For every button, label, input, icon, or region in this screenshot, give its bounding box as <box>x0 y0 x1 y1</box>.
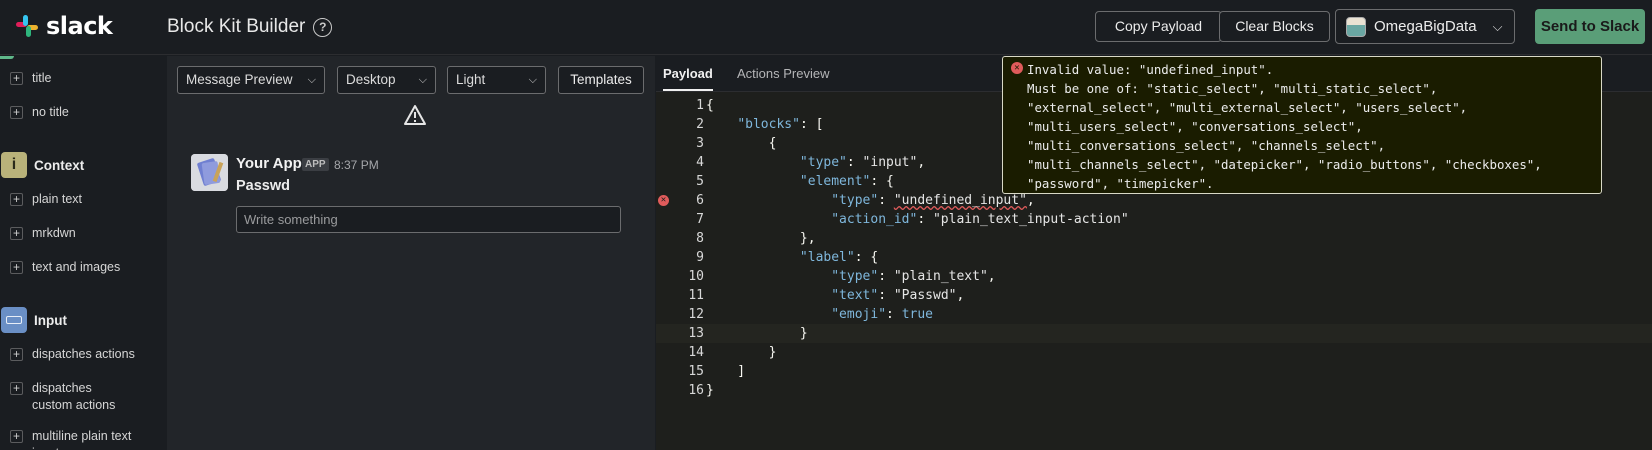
slack-logo[interactable]: slack <box>14 12 113 40</box>
page-title: Block Kit Builder ? <box>167 16 333 38</box>
sidebar-item-label: no title <box>32 105 69 119</box>
plus-icon: + <box>10 382 23 395</box>
tooltip-line: "external_select", "multi_external_selec… <box>1027 100 1468 115</box>
chevron-down-icon: ⌵ <box>418 74 427 86</box>
chevron-down-icon: ⌵ <box>1492 18 1503 34</box>
plus-icon: + <box>10 72 23 85</box>
clear-blocks-button[interactable]: Clear Blocks <box>1219 11 1330 42</box>
code-line: 8 }, <box>696 231 816 246</box>
preview-text-input[interactable]: Write something <box>236 206 621 233</box>
error-icon: ✕ <box>1011 62 1023 74</box>
sidebar-item-label: multiline plain text input <box>32 429 132 450</box>
sidebar-item-no-title[interactable]: + no title <box>10 104 69 121</box>
copy-payload-button[interactable]: Copy Payload <box>1095 11 1222 42</box>
code-line: 7 "action_id": "plain_text_input-action" <box>696 212 1129 227</box>
message-preview-panel: Message Preview ⌵ Desktop ⌵ Light ⌵ Temp… <box>167 56 655 450</box>
tooltip-line: "multi_users_select", "conversations_sel… <box>1027 119 1363 134</box>
error-icon[interactable]: ✕ <box>658 195 669 206</box>
tab-payload[interactable]: Payload <box>663 66 713 91</box>
top-bar: slack Block Kit Builder ? Copy Payload C… <box>0 0 1652 55</box>
code-line: 12 "emoji": true <box>688 307 933 322</box>
tooltip-line: Must be one of: "static_select", "multi_… <box>1027 81 1438 96</box>
message-timestamp[interactable]: 8:37 PM <box>334 158 379 172</box>
tooltip-line: "password", "timepicker". <box>1027 176 1214 191</box>
plus-icon: + <box>10 261 23 274</box>
plus-icon: + <box>10 348 23 361</box>
chevron-down-icon: ⌵ <box>307 74 316 86</box>
code-line-active: 13 } <box>656 324 1652 343</box>
sidebar-item-dispatches-actions[interactable]: + dispatches actions <box>10 346 135 363</box>
plus-icon: + <box>10 106 23 119</box>
code-line: 14 } <box>688 345 777 360</box>
sidebar-item-plain-text[interactable]: + plain text <box>10 191 82 208</box>
warning-icon <box>404 105 426 125</box>
section-label: Input <box>34 312 67 328</box>
sidebar-item-label: text and images <box>32 260 121 274</box>
context-icon: i <box>1 152 27 178</box>
input-block-label: Passwd <box>236 178 290 194</box>
sidebar-item-label: dispatches actions <box>32 347 135 361</box>
code-line: 16} <box>688 383 714 398</box>
code-line: 9 "label": { <box>696 250 879 265</box>
tooltip-line: "multi_channels_select", "datepicker", "… <box>1027 157 1542 172</box>
sidebar-item-multiline-plain-text-input[interactable]: + multiline plain text input <box>10 428 140 450</box>
app-badge: APP <box>302 158 329 171</box>
preview-mode-select[interactable]: Message Preview ⌵ <box>177 66 325 94</box>
chevron-down-icon: ⌵ <box>528 74 537 86</box>
input-icon <box>1 307 27 333</box>
plus-icon: + <box>10 193 23 206</box>
code-line: 11 "text": "Passwd", <box>688 288 965 303</box>
code-line: 10 "type": "plain_text", <box>688 269 996 284</box>
sidebar-item-label: plain text <box>32 192 83 206</box>
section-label: Context <box>34 157 85 173</box>
theme-select[interactable]: Light ⌵ <box>447 66 546 94</box>
workspace-name: OmegaBigData <box>1374 18 1477 35</box>
logo-text: slack <box>46 12 113 40</box>
tab-actions-preview[interactable]: Actions Preview <box>737 66 829 81</box>
app-avatar <box>191 154 228 191</box>
code-line: 15 ] <box>688 364 746 379</box>
sidebar-item-mrkdwn[interactable]: + mrkdwn <box>10 225 76 242</box>
section-input: Input <box>1 307 67 333</box>
tooltip-line: "multi_conversations_select", "channels_… <box>1027 138 1386 153</box>
block-sidebar: + title + no title i Context + plain tex… <box>0 56 166 450</box>
workspace-avatar <box>1346 16 1366 37</box>
sidebar-item-label: title <box>32 71 52 85</box>
validation-error-tooltip: ✕ Invalid value: "undefined_input". Must… <box>1002 56 1602 194</box>
section-icon-partial <box>0 56 14 59</box>
select-value: Light <box>456 72 486 87</box>
page-title-text: Block Kit Builder <box>167 16 306 37</box>
device-select[interactable]: Desktop ⌵ <box>337 66 436 94</box>
help-icon[interactable]: ? <box>313 17 333 37</box>
plus-icon: + <box>10 430 23 443</box>
templates-button[interactable]: Templates <box>558 66 644 94</box>
sidebar-item-label: mrkdwn <box>32 226 76 240</box>
tooltip-line: Invalid value: "undefined_input". <box>1027 62 1274 77</box>
app-name[interactable]: Your App <box>236 155 302 172</box>
select-value: Message Preview <box>186 72 293 87</box>
send-to-slack-button[interactable]: Send to Slack <box>1535 9 1645 44</box>
section-context: i Context <box>1 152 84 178</box>
sidebar-item-dispatches-custom-actions[interactable]: + dispatches custom actions <box>10 380 130 414</box>
workspace-select[interactable]: OmegaBigData ⌵ <box>1335 9 1515 44</box>
sidebar-item-label: dispatches custom actions <box>32 381 116 412</box>
sidebar-item-title[interactable]: + title <box>10 70 51 87</box>
slack-logo-icon <box>14 13 40 39</box>
sidebar-item-text-and-images[interactable]: + text and images <box>10 259 120 276</box>
plus-icon: + <box>10 227 23 240</box>
select-value: Desktop <box>346 72 396 87</box>
